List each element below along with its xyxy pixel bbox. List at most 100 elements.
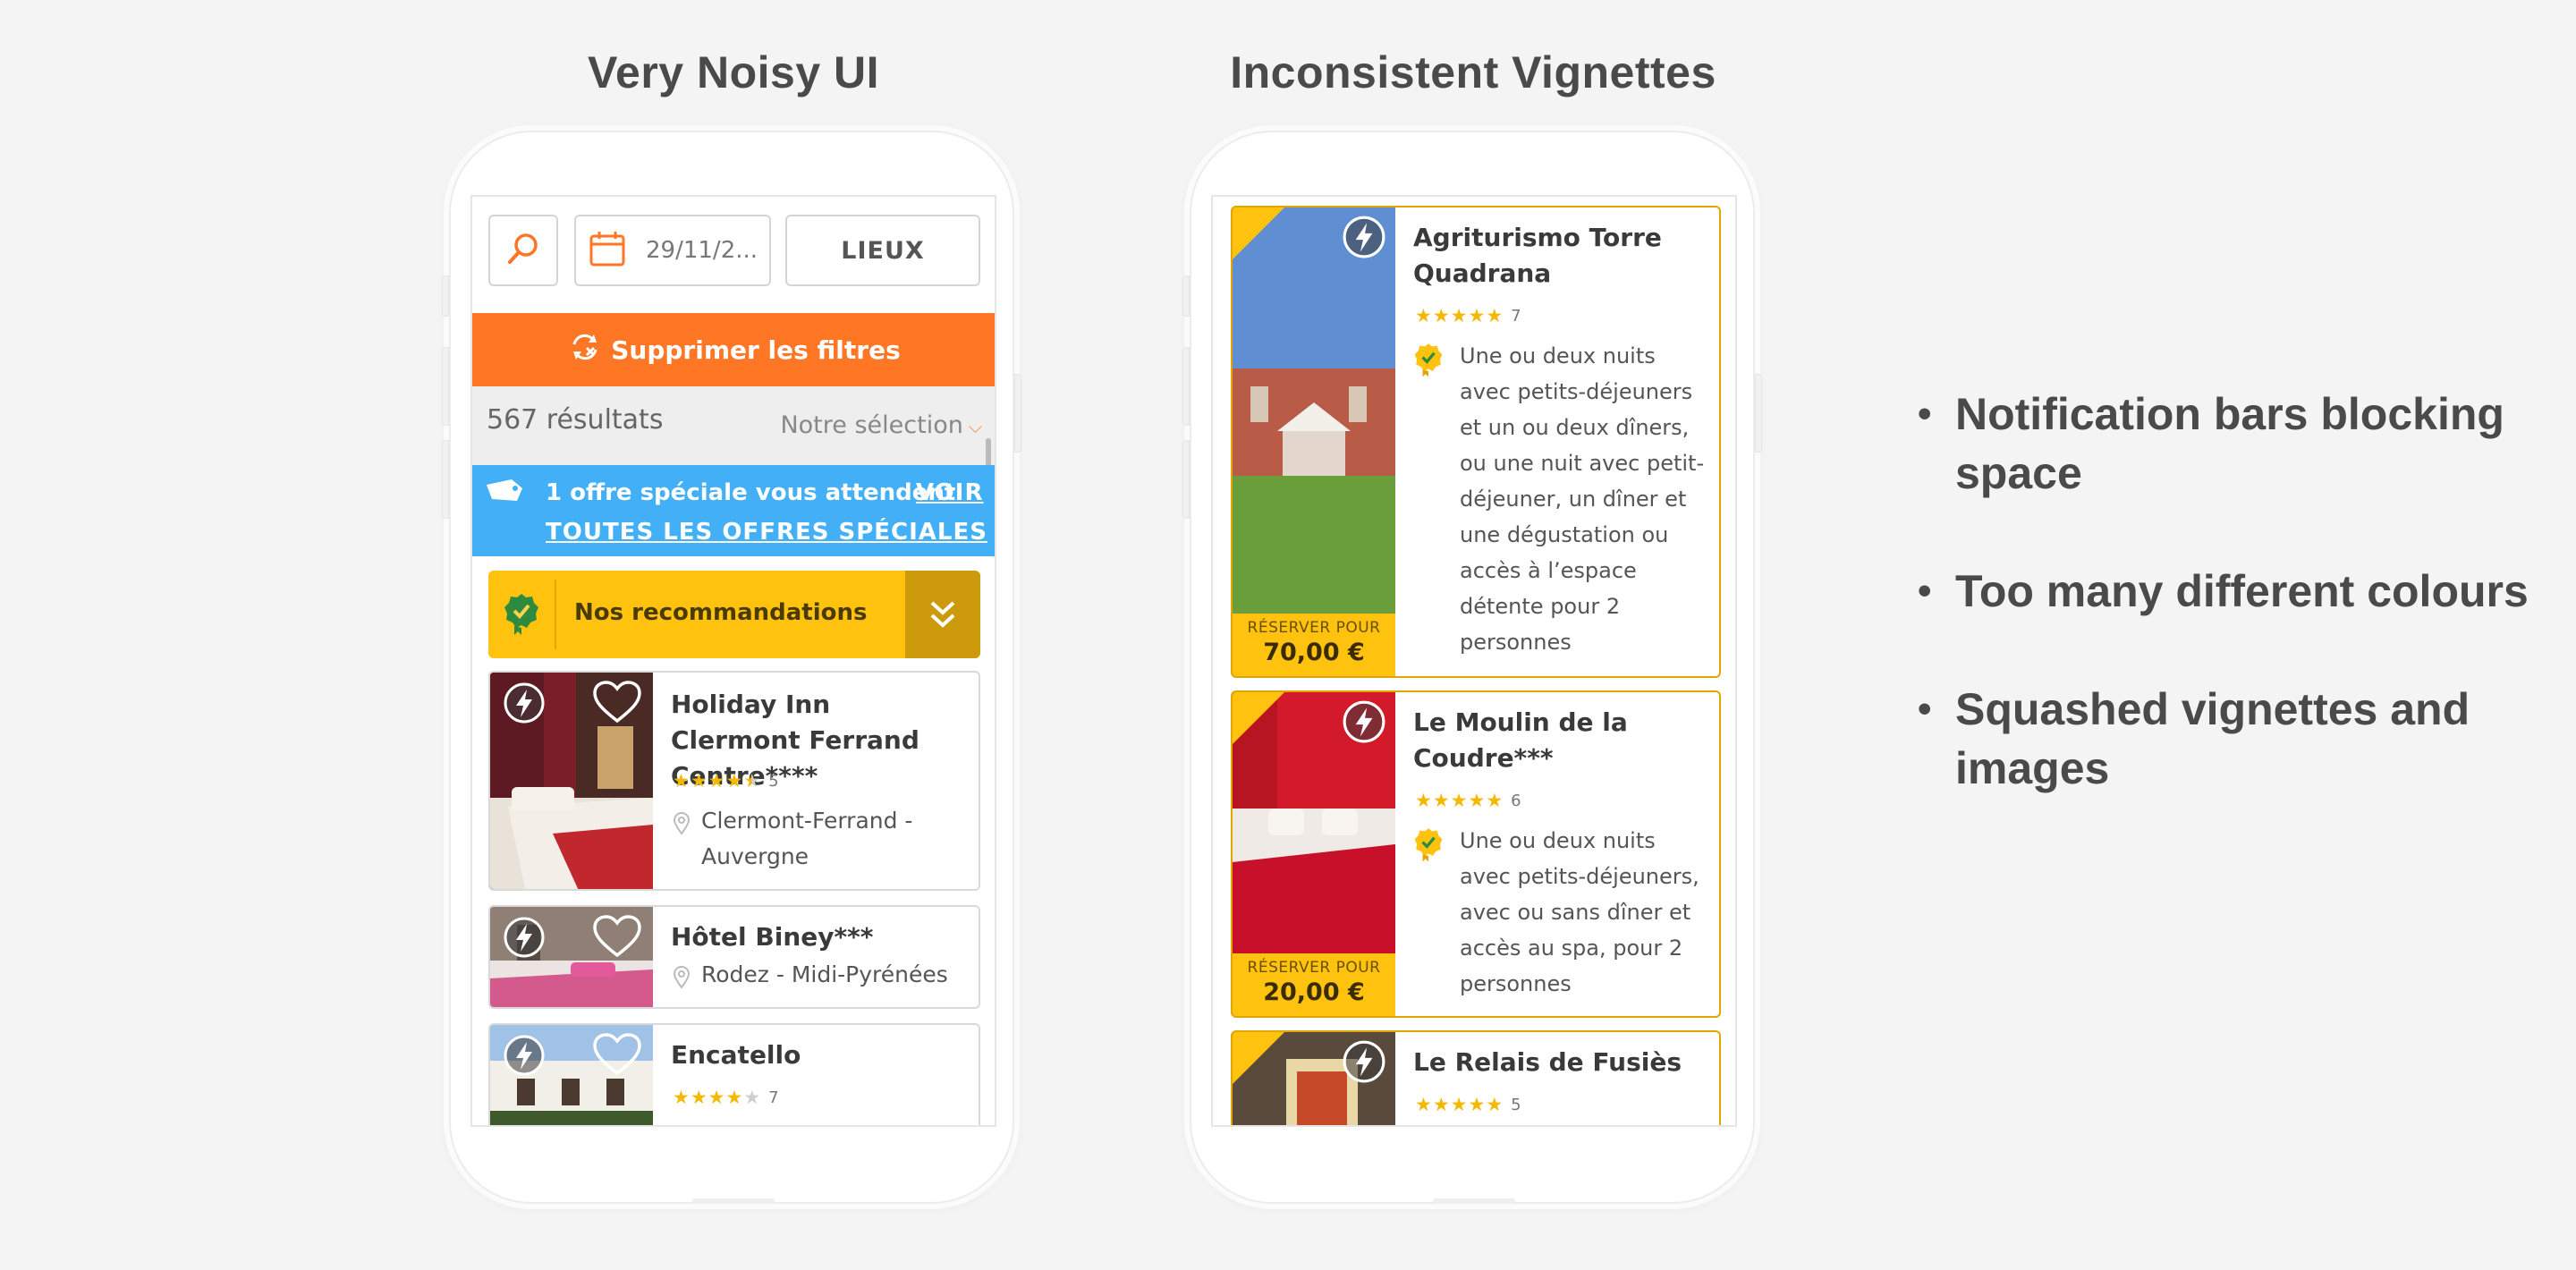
star-icon: ★ (725, 1087, 743, 1108)
phone-mockup-right: RÉSERVER POUR 70,00 € Agriturismo Torre … (1182, 131, 1762, 1204)
book-price-label: RÉSERVER POUR (1247, 619, 1381, 637)
review-count: 5 (768, 771, 779, 791)
review-count: 6 (1511, 791, 1521, 810)
book-price-button[interactable]: RÉSERVER POUR 70,00 € (1233, 614, 1395, 676)
vignette-photo (1233, 1032, 1395, 1125)
star-icon: ★ (1415, 305, 1432, 326)
corner-ribbon (1233, 692, 1284, 744)
hotel-location-text: Rodez - Midi-Pyrénées (701, 961, 948, 987)
review-count: 5 (1511, 1095, 1521, 1114)
hotel-photo (490, 673, 653, 889)
hotel-photo (490, 1025, 653, 1125)
book-price-value: 20,00 € (1263, 978, 1365, 1006)
book-price-value: 70,00 € (1263, 639, 1365, 666)
star-icon: ★ (690, 770, 708, 792)
clear-filters-label: Supprimer les filtres (611, 334, 901, 365)
star-icon: ★ (1432, 790, 1450, 811)
phone-mockup-left: 29/11/2... LIEUX Supprimer les filtres 5… (442, 131, 1021, 1204)
vignette-title[interactable]: Le Relais de Fusiès (1413, 1045, 1699, 1080)
date-picker[interactable]: 29/11/2... (574, 215, 771, 286)
star-icon: ★ (1415, 1094, 1432, 1115)
instant-booking-icon (1342, 699, 1386, 748)
phone-bottom-bar (1433, 1198, 1515, 1204)
special-offer-link[interactable]: VOIR (916, 479, 983, 506)
hotel-name[interactable]: Hôtel Biney*** (671, 919, 966, 955)
phone-power-button (1755, 374, 1762, 453)
star-icon: ★ (673, 770, 690, 792)
places-button[interactable]: LIEUX (785, 215, 980, 286)
clear-filters-button[interactable]: Supprimer les filtres (472, 313, 995, 386)
star-rating: ★ ★ ★ ★ ★ 7 (673, 1088, 779, 1107)
offer-badge-icon (1413, 826, 1444, 866)
bullet-item: Squashed vignettes and images (1918, 680, 2562, 798)
star-icon: ★ (1468, 305, 1486, 326)
vignette-card[interactable]: RÉSERVER POUR 20,00 € Le Moulin de la Co… (1231, 690, 1721, 1018)
price-tag-icon (485, 478, 524, 511)
corner-ribbon (1233, 1032, 1284, 1084)
star-icon: ★ (1415, 790, 1432, 811)
hotel-name[interactable]: Encatello (671, 1037, 966, 1073)
recommendations-bar[interactable]: Nos recommandations (488, 571, 980, 658)
star-icon: ★ (1432, 305, 1450, 326)
divider (555, 580, 556, 649)
star-icon: ★ (1450, 790, 1468, 811)
hotel-card[interactable]: Encatello ★ ★ ★ ★ ★ 7 (488, 1023, 980, 1125)
instant-booking-icon (503, 682, 546, 728)
vignette-title[interactable]: Agriturismo Torre Quadrana (1413, 220, 1699, 292)
search-bar: 29/11/2... LIEUX (472, 197, 995, 302)
hotel-photo (490, 907, 653, 1007)
sort-label: Notre sélection (780, 411, 963, 439)
refresh-clear-icon (570, 332, 611, 368)
phone-bottom-bar (692, 1198, 775, 1204)
special-offer-link-continued[interactable]: TOUTES LES OFFRES SPÉCIALES (546, 519, 987, 546)
hotel-location: Rodez - Midi-Pyrénées (673, 957, 977, 1000)
star-icon: ★ (708, 1087, 725, 1108)
star-icon: ★ (1432, 1094, 1450, 1115)
hotel-card[interactable]: Hôtel Biney*** Rodez - Midi-Pyrénées (488, 905, 980, 1009)
star-rating: ★ ★ ★ ★ ★ 5 (1415, 1095, 1521, 1114)
star-rating: ★ ★ ★ ★ ★ 5 (673, 771, 779, 791)
empty-star-icon: ★ (743, 1087, 761, 1108)
bullet-item: Notification bars blocking space (1918, 385, 2562, 503)
special-offer-text: 1 offre spéciale vous attendent ! (546, 479, 975, 506)
results-row: 567 résultats Notre sélection ⌵ (472, 386, 995, 465)
star-icon: ★ (1468, 790, 1486, 811)
critique-bullet-list: Notification bars blocking space Too man… (1918, 385, 2562, 857)
vignette-card[interactable]: Le Relais de Fusiès ★ ★ ★ ★ ★ 5 (1231, 1030, 1721, 1125)
book-price-button[interactable]: RÉSERVER POUR 20,00 € (1233, 953, 1395, 1016)
vignette-title[interactable]: Le Moulin de la Coudre*** (1413, 705, 1699, 776)
favorite-heart-icon[interactable] (592, 914, 642, 962)
expand-button[interactable] (905, 571, 980, 658)
location-pin-icon (673, 964, 691, 1000)
star-icon: ★ (690, 1087, 708, 1108)
favorite-heart-icon[interactable] (592, 1032, 642, 1080)
location-pin-icon (673, 810, 691, 875)
vignette-description: Une ou deux nuits avec petits-déjeuners,… (1460, 828, 1699, 996)
vignette-photo: RÉSERVER POUR 20,00 € (1233, 692, 1395, 1016)
favorite-heart-icon[interactable] (592, 680, 642, 728)
star-rating: ★ ★ ★ ★ ★ 6 (1415, 791, 1521, 810)
double-chevron-down-icon (930, 601, 955, 628)
bullet-item: Too many different colours (1918, 562, 2562, 621)
vignette-card[interactable]: RÉSERVER POUR 70,00 € Agriturismo Torre … (1231, 206, 1721, 678)
half-star-icon: ★ (743, 770, 761, 792)
instant-booking-icon (503, 916, 546, 962)
instant-booking-icon (1342, 215, 1386, 263)
review-count: 7 (768, 1088, 779, 1107)
calendar-icon (589, 230, 626, 271)
phone-volume-down (1182, 440, 1190, 519)
award-badge-icon (503, 592, 540, 639)
star-icon: ★ (1450, 1094, 1468, 1115)
corner-ribbon (1233, 207, 1284, 259)
hotel-card[interactable]: Holiday Inn Clermont Ferrand Centre**** … (488, 671, 980, 891)
vignette-description: Une ou deux nuits avec petits-déjeuners … (1460, 343, 1705, 655)
star-icon: ★ (1486, 305, 1504, 326)
sort-dropdown[interactable]: Notre sélection ⌵ (780, 411, 982, 439)
phone-volume-down (442, 440, 449, 519)
search-button[interactable] (488, 215, 558, 286)
section-title-noisy-ui: Very Noisy UI (587, 47, 880, 97)
hotel-location-text: Clermont-Ferrand - Auvergne (701, 808, 913, 869)
star-icon: ★ (1468, 1094, 1486, 1115)
phone-mute-switch (442, 275, 449, 317)
phone-volume-up (1182, 347, 1190, 426)
